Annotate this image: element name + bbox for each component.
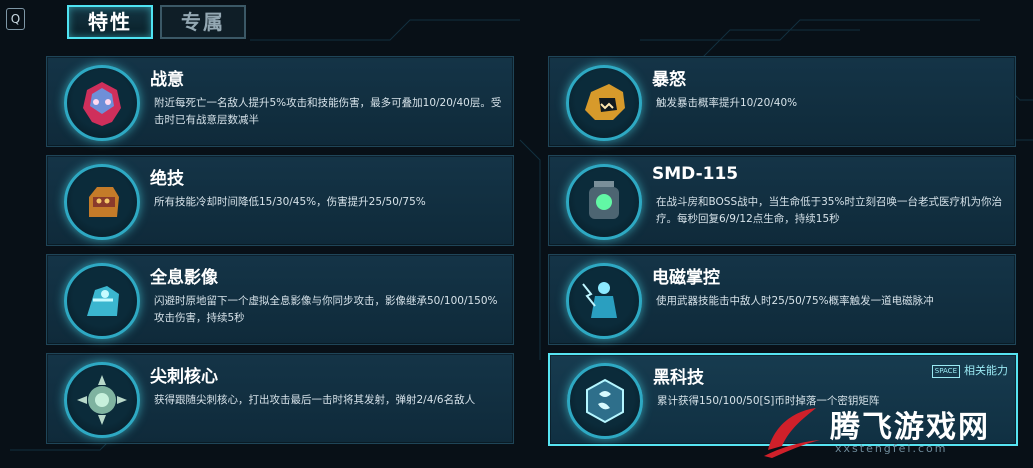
trait-description: 使用武器技能击中敌人时25/50/75%概率触发一道电磁脉冲 (656, 295, 934, 307)
trait-title: 绝技 (150, 169, 184, 189)
trait-title: 战意 (150, 70, 184, 90)
trait-description: 触发暴击概率提升10/20/40% (656, 97, 798, 109)
watermark-url: xxstengfei.com (835, 442, 948, 455)
tab-traits[interactable]: 特性 (67, 5, 153, 39)
helmet-icon (64, 65, 140, 141)
related-abilities[interactable]: SPACE 相关能力 (931, 363, 1008, 379)
trait-description: 附近每死亡一名敌人提升5%攻击和技能伤害，最多可叠加10/20/40层。受击时已… (154, 97, 502, 126)
trait-description: 在战斗房和BOSS战中，当生命低于35%时立刻召唤一台老式医疗机为你治疗。每秒回… (656, 196, 1002, 225)
hex-tech-icon (567, 363, 643, 439)
related-abilities-label: 相关能力 (964, 364, 1008, 377)
trait-description: 获得跟随尖刺核心，打出攻击最后一击时将其发射，弹射2/4/6名敌人 (154, 394, 476, 406)
trait-title: 尖刺核心 (150, 367, 218, 387)
tab-bar: Q 特性 专属 (0, 0, 1033, 42)
trait-card-spike-core[interactable]: 尖刺核心 获得跟随尖刺核心，打出攻击最后一击时将其发射，弹射2/4/6名敌人 (46, 353, 514, 444)
watermark-logo-icon (764, 408, 820, 458)
trait-title: SMD-115 (652, 164, 739, 184)
trait-card-em-mastery[interactable]: 电磁掌控 使用武器技能击中敌人时25/50/75%概率触发一道电磁脉冲 (548, 254, 1016, 345)
trait-title: 全息影像 (150, 268, 218, 288)
trait-card-ultimate[interactable]: 绝技 所有技能冷却时间降低15/30/45%，伤害提升25/50/75% (46, 155, 514, 246)
hologram-icon (64, 263, 140, 339)
electric-figure-icon (566, 263, 642, 339)
beast-head-icon (566, 65, 642, 141)
gauntlet-icon (64, 164, 140, 240)
tab-exclusive[interactable]: 专属 (160, 5, 246, 39)
watermark: 腾飞游戏网 xxstengfei.com (760, 400, 1030, 466)
trait-card-rage[interactable]: 暴怒 触发暴击概率提升10/20/40% (548, 56, 1016, 147)
trait-description: 所有技能冷却时间降低15/30/45%，伤害提升25/50/75% (154, 196, 426, 208)
trait-card-smd-115[interactable]: SMD-115 在战斗房和BOSS战中，当生命低于35%时立刻召唤一台老式医疗机… (548, 155, 1016, 246)
watermark-text: 腾飞游戏网 (830, 410, 990, 445)
trait-title: 暴怒 (652, 70, 686, 90)
hotkey-q[interactable]: Q (6, 8, 25, 30)
space-key: SPACE (931, 365, 960, 378)
trait-title: 电磁掌控 (652, 268, 720, 288)
robot-icon (566, 164, 642, 240)
spike-core-icon (64, 362, 140, 438)
trait-card-hologram[interactable]: 全息影像 闪避时原地留下一个虚拟全息影像与你同步攻击，影像继承50/100/15… (46, 254, 514, 345)
trait-description: 闪避时原地留下一个虚拟全息影像与你同步攻击，影像继承50/100/150%攻击伤… (154, 295, 498, 324)
trait-title: 黑科技 (653, 368, 704, 388)
trait-card-battle-will[interactable]: 战意 附近每死亡一名敌人提升5%攻击和技能伤害，最多可叠加10/20/40层。受… (46, 56, 514, 147)
